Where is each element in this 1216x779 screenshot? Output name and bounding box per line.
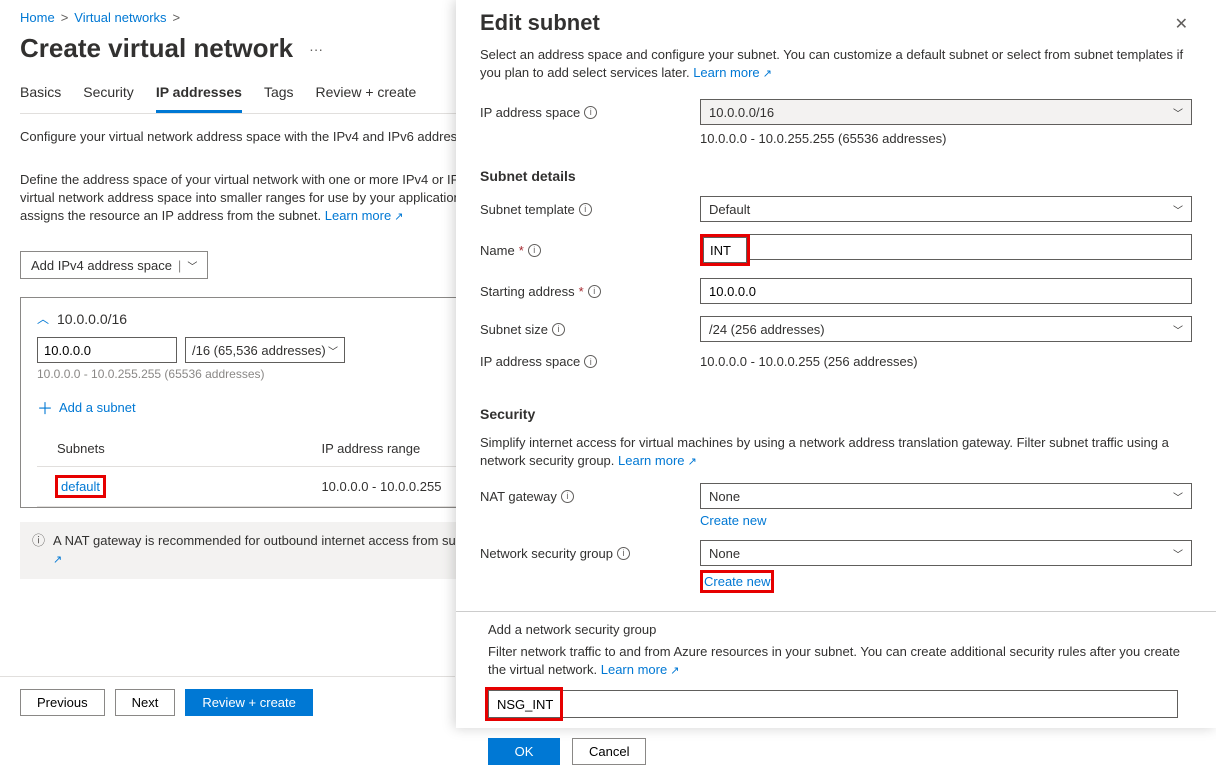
starting-address-label: Starting address [480,284,575,299]
subnet-name-input-rest[interactable] [750,234,1192,260]
starting-address-input[interactable] [700,278,1192,304]
subnet-name-input[interactable] [703,237,747,263]
ok-button[interactable]: OK [488,738,560,765]
chevron-down-icon: ﹀ [1173,489,1183,504]
subnet-size-label: Subnet size [480,322,548,337]
address-space-cidr: 10.0.0.0/16 [57,311,127,327]
add-nsg-desc: Filter network traffic to and from Azure… [488,644,1180,677]
cancel-button[interactable]: Cancel [572,738,646,765]
ip-space-select[interactable]: 10.0.0.0/16 ﹀ [700,99,1192,125]
template-label: Subnet template [480,202,575,217]
add-ipv4-space-button[interactable]: Add IPv4 address space | ﹀ [20,251,208,279]
nat-gateway-select[interactable]: None ﹀ [700,483,1192,509]
chevron-down-icon: ﹀ [1173,546,1183,561]
tab-review-create[interactable]: Review + create [316,76,417,113]
ip-space-value: 10.0.0.0/16 [709,105,774,120]
address-mask-value: /16 (65,536 addresses) [192,343,326,358]
add-nsg-section: Add a network security group Filter netw… [456,611,1216,779]
panel-learn-more-link[interactable]: Learn more [693,65,772,80]
add-nsg-title: Add a network security group [488,622,1192,637]
panel-desc: Select an address space and configure yo… [480,47,1183,80]
subnet-size-select[interactable]: /24 (256 addresses) ﹀ [700,316,1192,342]
col-subnets: Subnets [37,431,315,467]
info-icon[interactable]: i [561,490,574,503]
name-label: Name [480,243,515,258]
security-desc: Simplify internet access for virtual mac… [480,435,1169,468]
edit-subnet-panel: Edit subnet ✕ Select an address space an… [456,0,1216,728]
chevron-down-icon: ﹀ [1173,202,1183,217]
review-create-button[interactable]: Review + create [185,689,313,716]
breadcrumb-home[interactable]: Home [20,10,55,25]
subnet-template-select[interactable]: Default ﹀ [700,196,1192,222]
more-actions-button[interactable]: ··· [303,37,329,61]
plus-icon: ＋ [37,395,53,419]
chevron-down-icon: ﹀ [1173,322,1183,337]
add-nsg-learn-more-link[interactable]: Learn more [601,662,680,677]
next-button[interactable]: Next [115,689,176,716]
panel-title: Edit subnet [480,10,600,36]
divider-icon: | [178,258,181,273]
tab-security[interactable]: Security [83,76,134,113]
ip-desc-2a: Define the address space of your virtual… [20,172,498,187]
learn-more-link[interactable]: Learn more [325,208,404,223]
page-title: Create virtual network [20,33,293,64]
nsg-label: Network security group [480,546,613,561]
chevron-down-icon: ﹀ [1173,105,1183,120]
nat-gateway-value: None [709,489,740,504]
security-learn-more-link[interactable]: Learn more [618,453,697,468]
subnet-size-value: /24 (256 addresses) [709,322,825,337]
nat-gateway-label: NAT gateway [480,489,557,504]
chevron-right-icon: > [61,10,69,25]
address-mask-select[interactable]: /16 (65,536 addresses) ﹀ [185,337,345,363]
section-subnet-details: Subnet details [480,168,1192,184]
tab-basics[interactable]: Basics [20,76,61,113]
previous-button[interactable]: Previous [20,689,105,716]
nat-info-ext-icon[interactable]: ↗ [53,554,62,566]
ip-space-calc-value: 10.0.0.0 - 10.0.0.255 (256 addresses) [700,354,1192,369]
ip-desc-2b: virtual network address space into small… [20,190,501,205]
add-subnet-label: Add a subnet [59,400,136,415]
required-indicator: * [519,243,524,258]
info-icon[interactable]: i [617,547,630,560]
info-icon: ⓘ [32,532,45,550]
chevron-down-icon: ﹀ [187,258,197,273]
info-icon[interactable]: i [552,323,565,336]
wizard-footer: Previous Next Review + create [0,676,455,728]
required-indicator: * [579,284,584,299]
chevron-right-icon: > [173,10,181,25]
nat-create-new-link[interactable]: Create new [700,513,766,528]
ip-space-range-text: 10.0.0.0 - 10.0.255.255 (65536 addresses… [700,131,1192,146]
info-icon[interactable]: i [528,244,541,257]
info-icon[interactable]: i [579,203,592,216]
tab-tags[interactable]: Tags [264,76,294,113]
subnet-default-link[interactable]: default [57,477,104,496]
tab-ip-addresses[interactable]: IP addresses [156,76,242,113]
add-ipv4-space-label: Add IPv4 address space [31,258,172,273]
info-icon[interactable]: i [588,285,601,298]
section-security: Security [480,406,1192,422]
nsg-name-input[interactable] [488,690,1178,718]
ip-desc-2c: assigns the resource an IP address from … [20,208,321,223]
breadcrumb-vnets[interactable]: Virtual networks [74,10,166,25]
chevron-up-icon[interactable]: ︿ [37,310,49,327]
info-icon[interactable]: i [584,355,597,368]
subnet-template-value: Default [709,202,750,217]
ip-space-calc-label: IP address space [480,354,580,369]
close-icon[interactable]: ✕ [1171,10,1192,38]
address-prefix-input[interactable] [37,337,177,363]
nsg-create-new-link[interactable]: Create new [704,574,770,589]
ip-space-label: IP address space [480,105,580,120]
nsg-select[interactable]: None ﹀ [700,540,1192,566]
info-icon[interactable]: i [584,106,597,119]
nsg-value: None [709,546,740,561]
chevron-down-icon: ﹀ [328,343,338,358]
